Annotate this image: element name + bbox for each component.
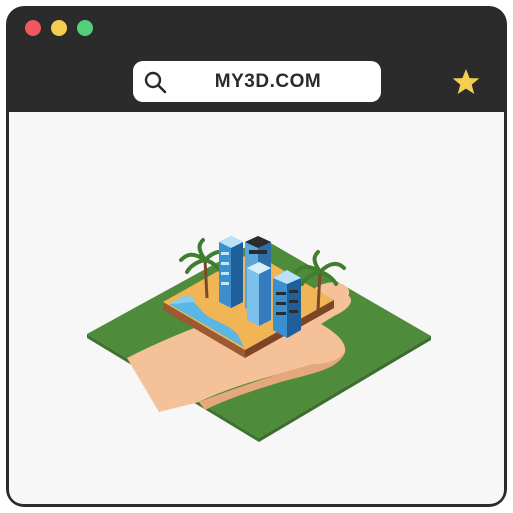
- star-icon[interactable]: [451, 67, 481, 97]
- maximize-button[interactable]: [77, 20, 93, 36]
- building-icon: [273, 270, 301, 338]
- browser-window: MY3D.COM: [6, 6, 507, 507]
- building-icon: [219, 236, 243, 308]
- title-bar: MY3D.COM: [6, 6, 507, 112]
- hand-holding-3d-city-icon: [87, 236, 431, 442]
- page-content: [9, 112, 504, 504]
- close-button[interactable]: [25, 20, 41, 36]
- building-icon: [247, 262, 271, 326]
- url-text: MY3D.COM: [214, 71, 322, 92]
- minimize-button[interactable]: [51, 20, 67, 36]
- address-bar[interactable]: MY3D.COM: [133, 61, 381, 102]
